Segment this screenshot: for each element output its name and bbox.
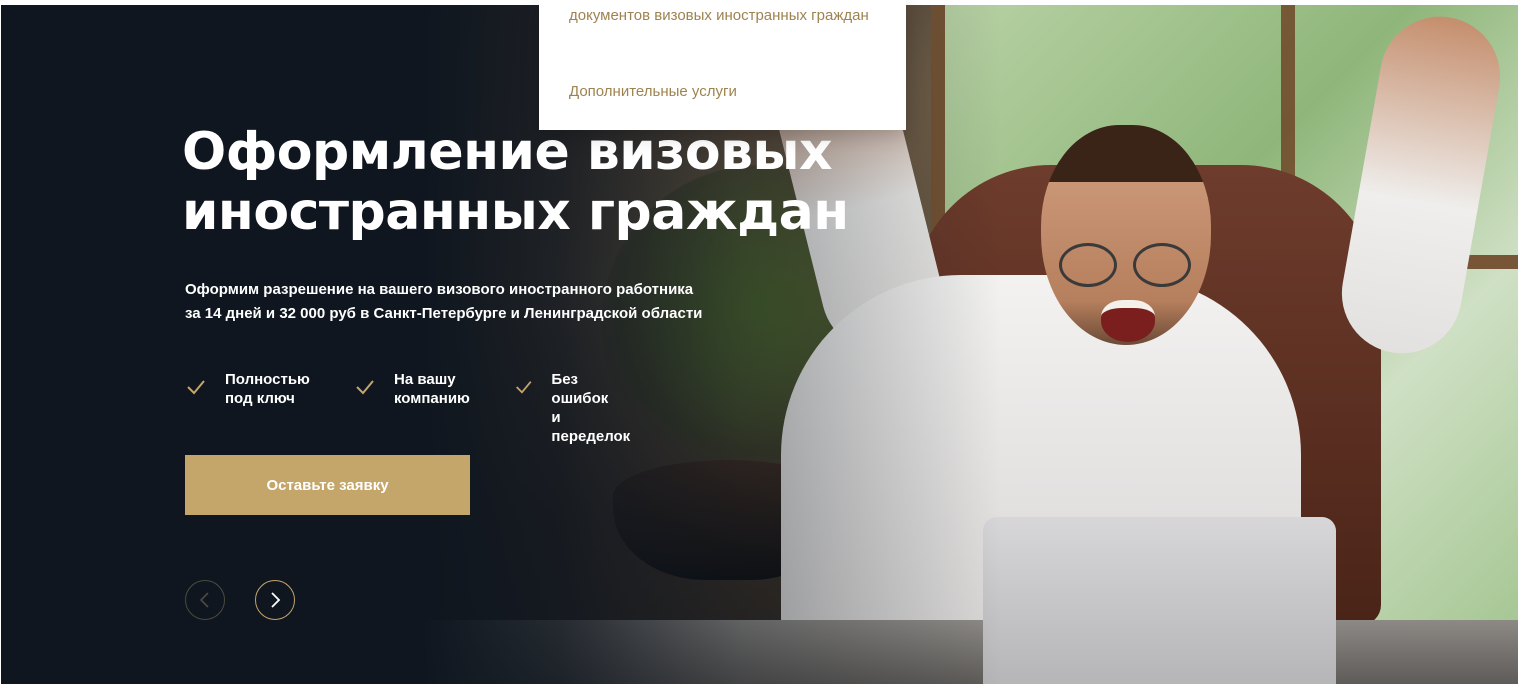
check-icon: [356, 380, 374, 395]
subtitle-line-2: за 14 дней и 32 000 руб в Санкт-Петербур…: [185, 305, 703, 322]
subtitle-line-1: Оформим разрешение на вашего визового ин…: [185, 281, 694, 298]
check-icon: [516, 381, 532, 394]
submit-request-button[interactable]: Оставьте заявку: [185, 455, 470, 515]
dropdown-item-additional-services[interactable]: Дополнительные услуги: [569, 80, 737, 104]
feature-item-no-errors: Без ошибок и переделок: [514, 370, 633, 446]
feature-item-turnkey: Полностью под ключ: [185, 370, 310, 408]
chevron-left-icon: [199, 592, 209, 608]
feature-label: Полностью под ключ: [225, 371, 310, 407]
feature-item-company: На вашу компанию: [354, 370, 470, 408]
page-title: Оформление визовых иностранных граждан: [182, 122, 942, 242]
chevron-right-icon: [271, 592, 281, 608]
feature-label: Без ошибок и переделок: [551, 371, 631, 445]
dropdown-item-visa-documents[interactable]: документов визовых иностранных граждан: [569, 4, 869, 28]
slider-prev-button[interactable]: [185, 580, 225, 620]
services-dropdown-menu: документов визовых иностранных граждан Д…: [539, 0, 906, 130]
slider-next-button[interactable]: [255, 580, 295, 620]
title-line-1: Оформление визовых: [182, 122, 833, 182]
check-icon: [187, 380, 205, 395]
title-line-2: иностранных граждан: [182, 182, 849, 242]
feature-label: На вашу компанию: [394, 371, 470, 407]
hero-subtitle: Оформим разрешение на вашего визового ин…: [185, 278, 745, 326]
